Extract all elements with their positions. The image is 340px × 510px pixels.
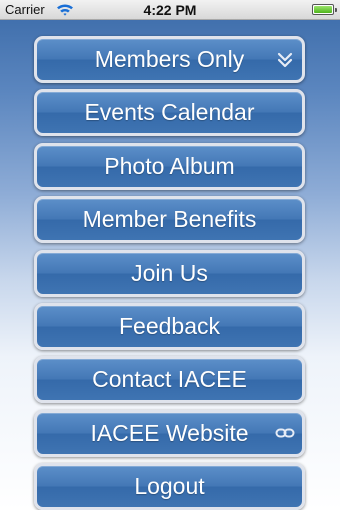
link-icon [275,428,295,438]
member-benefits-label: Member Benefits [82,206,257,233]
events-calendar-label: Events Calendar [84,99,255,126]
contact-iacee-button[interactable]: Contact IACEE [34,356,305,404]
status-time: 4:22 PM [143,2,197,18]
logout-label: Logout [134,473,205,500]
join-us-label: Join Us [131,259,208,286]
join-us-button[interactable]: Join Us [34,249,305,297]
contact-iacee-label: Contact IACEE [92,366,247,393]
feedback-button[interactable]: Feedback [34,302,305,350]
logout-button[interactable]: Logout [34,463,305,510]
iacee-website-label: IACEE Website [90,419,249,446]
double-chevron-down-icon [277,52,293,67]
members-only-label: Members Only [94,46,245,72]
photo-album-button[interactable]: Photo Album [34,142,305,190]
iacee-website-button[interactable]: IACEE Website [34,409,305,457]
member-benefits-button[interactable]: Member Benefits [34,196,305,244]
battery-level-fill [314,6,332,13]
members-only-button[interactable]: Members Only [34,36,305,83]
battery-icon [312,4,337,15]
status-bar: Carrier 4:22 PM [0,0,340,20]
events-calendar-button[interactable]: Events Calendar [34,89,305,137]
photo-album-label: Photo Album [104,152,235,179]
main-menu: Members Only Events Calendar Photo Album… [34,36,305,510]
feedback-label: Feedback [118,312,220,339]
app-screen: Carrier 4:22 PM Members Only Events Cale… [0,0,340,510]
